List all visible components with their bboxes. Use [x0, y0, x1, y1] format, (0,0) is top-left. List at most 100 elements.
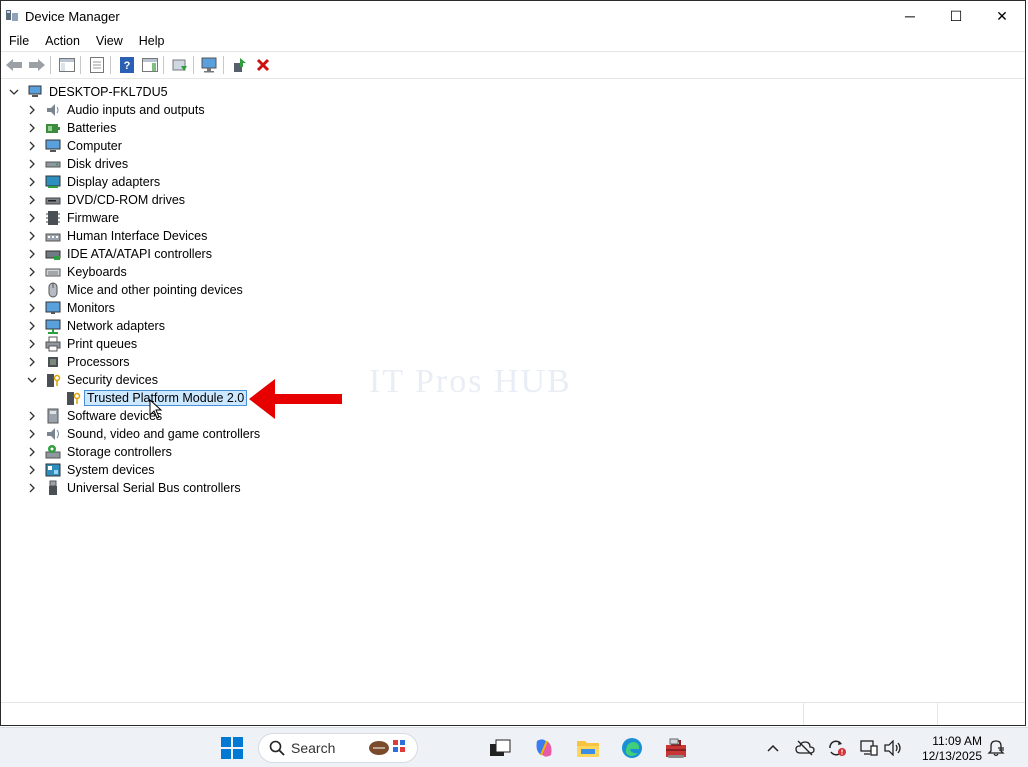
expand-chevron-icon[interactable] [25, 427, 39, 441]
expand-chevron-icon[interactable] [25, 409, 39, 423]
tree-category-item[interactable]: IDE ATA/ATAPI controllers [25, 245, 212, 263]
firmware-icon [45, 210, 61, 226]
edge-icon [622, 738, 642, 758]
forward-button[interactable] [27, 55, 47, 75]
network-button[interactable] [859, 738, 879, 758]
tree-item-label: Disk drives [67, 157, 129, 171]
copilot-button[interactable] [532, 736, 556, 760]
collapse-chevron-icon[interactable] [7, 85, 21, 99]
expand-chevron-icon[interactable] [25, 301, 39, 315]
help-button[interactable]: ? [117, 55, 137, 75]
collapse-chevron-icon[interactable] [25, 373, 39, 387]
tree-category-item[interactable]: Batteries [25, 119, 116, 137]
toolbar-separator [110, 56, 111, 74]
tree-category-item[interactable]: Disk drives [25, 155, 128, 173]
tree-item-label: Trusted Platform Module 2.0 [84, 390, 248, 406]
tree-category-item[interactable]: Network adapters [25, 317, 165, 335]
expand-chevron-icon[interactable] [25, 193, 39, 207]
tree-category-item[interactable]: Monitors [25, 299, 115, 317]
expand-chevron-icon[interactable] [25, 121, 39, 135]
expand-chevron-icon[interactable] [25, 103, 39, 117]
search-highlight-icon [369, 740, 405, 755]
taskbar-search-box[interactable]: Search [258, 733, 418, 763]
back-button[interactable] [4, 55, 24, 75]
task-view-button[interactable] [488, 736, 512, 760]
menu-file[interactable]: File [1, 34, 37, 48]
tree-category-item[interactable]: Display adapters [25, 173, 160, 191]
tree-category-item[interactable]: Processors [25, 353, 130, 371]
tree-category-item[interactable]: Sound, video and game controllers [25, 425, 260, 443]
close-button[interactable]: ✕ [979, 1, 1025, 31]
scan-hardware-button[interactable] [200, 55, 220, 75]
notifications-button[interactable] [986, 738, 1006, 758]
tree-category-item[interactable]: Human Interface Devices [25, 227, 207, 245]
onedrive-button[interactable] [795, 738, 815, 758]
clock-date: 12/13/2025 [921, 749, 982, 763]
uninstall-device-button[interactable] [253, 55, 273, 75]
search-placeholder: Search [291, 740, 336, 756]
taskbar-clock[interactable]: 11:09 AM 12/13/2025 [912, 734, 982, 764]
show-hidden-icons-button[interactable] [763, 738, 783, 758]
expand-chevron-icon[interactable] [25, 481, 39, 495]
tree-category-item[interactable]: System devices [25, 461, 155, 479]
search-icon [269, 740, 285, 756]
tree-child-item[interactable]: Trusted Platform Module 2.0 [45, 389, 248, 407]
add-driver-button[interactable] [230, 55, 250, 75]
tree-category-item[interactable]: Keyboards [25, 263, 127, 281]
expand-chevron-icon[interactable] [25, 355, 39, 369]
expand-chevron-icon[interactable] [25, 175, 39, 189]
device-manager-taskbar-button[interactable] [664, 736, 688, 760]
tree-category-item[interactable]: Computer [25, 137, 122, 155]
maximize-button[interactable]: ☐ [933, 1, 979, 31]
volume-button[interactable] [883, 738, 903, 758]
expand-chevron-icon[interactable] [25, 229, 39, 243]
tree-category-item[interactable]: DVD/CD-ROM drives [25, 191, 185, 209]
file-explorer-button[interactable] [576, 736, 600, 760]
expand-chevron-icon[interactable] [25, 139, 39, 153]
tree-item-label: Security devices [67, 373, 159, 387]
action-pane-button[interactable] [140, 55, 160, 75]
tree-item-label: Mice and other pointing devices [67, 283, 243, 297]
tree-item-label: Firmware [67, 211, 120, 225]
update-driver-button[interactable] [170, 55, 190, 75]
expand-chevron-icon[interactable] [25, 319, 39, 333]
edge-browser-button[interactable] [620, 736, 644, 760]
expand-chevron-icon[interactable] [25, 247, 39, 261]
expand-chevron-icon[interactable] [25, 283, 39, 297]
status-pane-3 [938, 703, 1025, 725]
tree-category-item[interactable]: Audio inputs and outputs [25, 101, 205, 119]
sync-status-button[interactable] [827, 738, 847, 758]
menu-action[interactable]: Action [37, 34, 88, 48]
console-tree-icon [59, 58, 75, 72]
tpm-icon [65, 390, 81, 406]
tree-item-label: System devices [67, 463, 155, 477]
properties-button[interactable] [87, 55, 107, 75]
start-button[interactable] [220, 736, 244, 760]
copilot-icon [536, 739, 552, 757]
expand-chevron-icon[interactable] [25, 445, 39, 459]
disk-icon [45, 156, 61, 172]
sound-icon [45, 426, 61, 442]
tree-category-item[interactable]: Mice and other pointing devices [25, 281, 243, 299]
speaker-volume-icon [884, 740, 901, 756]
expand-chevron-icon[interactable] [25, 265, 39, 279]
minimize-button[interactable]: ─ [887, 1, 933, 31]
show-hide-console-tree-button[interactable] [57, 55, 77, 75]
keyboard-icon [45, 264, 61, 280]
tree-category-item[interactable]: Security devices [25, 371, 158, 389]
tree-category-item[interactable]: Print queues [25, 335, 137, 353]
tree-root[interactable]: DESKTOP-FKL7DU5 [7, 83, 168, 101]
battery-icon [45, 120, 61, 136]
tree-category-item[interactable]: Software devices [25, 407, 162, 425]
tree-category-item[interactable]: Storage controllers [25, 443, 172, 461]
tree-category-item[interactable]: Universal Serial Bus controllers [25, 479, 241, 497]
menu-view[interactable]: View [88, 34, 131, 48]
expand-chevron-icon[interactable] [25, 463, 39, 477]
tree-category-item[interactable]: Firmware [25, 209, 119, 227]
clock-time: 11:09 AM [932, 734, 982, 748]
menu-help[interactable]: Help [131, 34, 173, 48]
expand-chevron-icon[interactable] [25, 337, 39, 351]
expand-chevron-icon[interactable] [25, 211, 39, 225]
expand-chevron-icon[interactable] [25, 157, 39, 171]
